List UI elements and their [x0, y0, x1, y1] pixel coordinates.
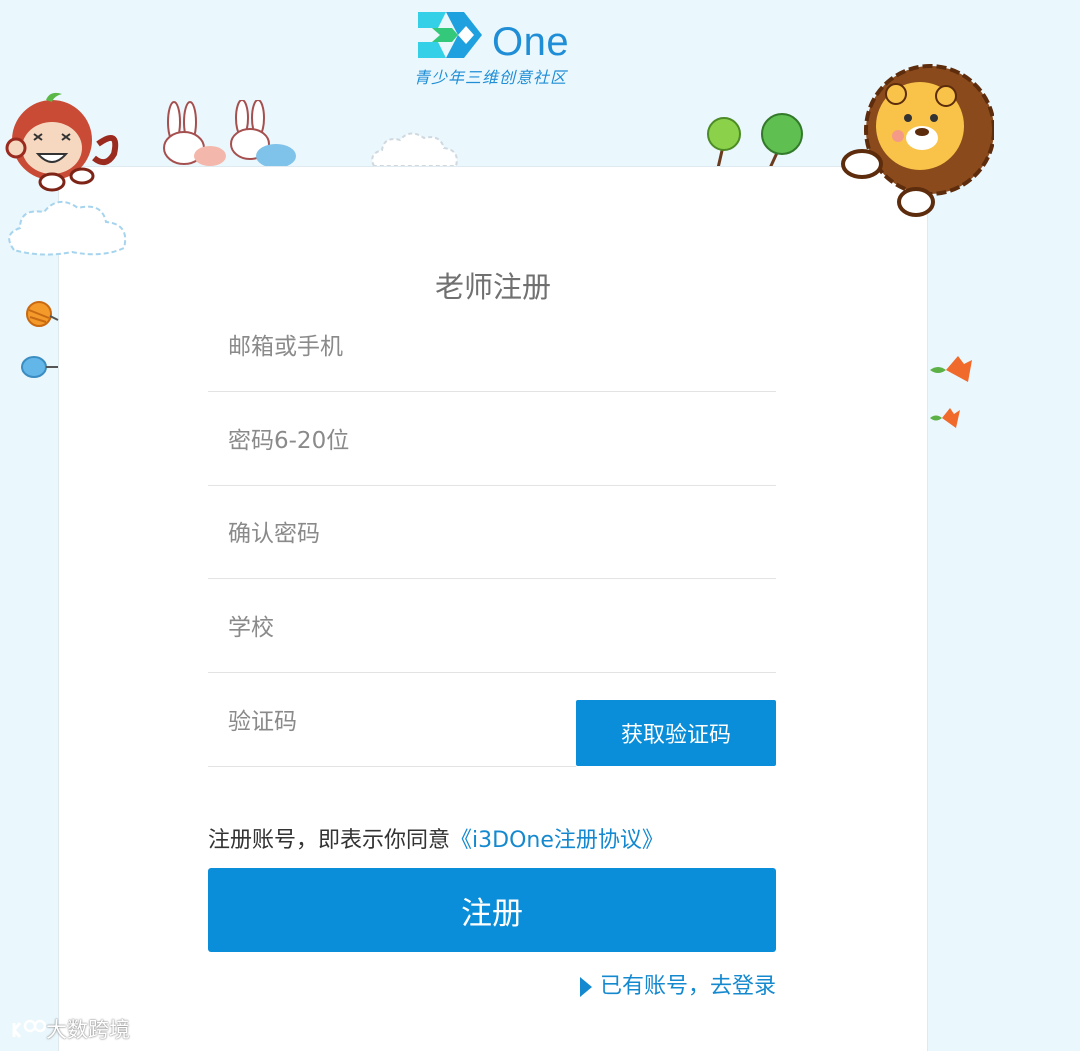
- school-field: [208, 579, 776, 673]
- agreement-text: 注册账号，即表示你同意《i3DOne注册协议》: [208, 822, 664, 854]
- email-or-phone-input[interactable]: [226, 326, 750, 368]
- get-code-button[interactable]: 获取验证码: [576, 700, 776, 766]
- 3d-logo-icon: [418, 12, 482, 58]
- agreement-link[interactable]: 《i3DOne注册协议》: [450, 828, 664, 853]
- watermark-logo-icon: [12, 1019, 47, 1038]
- confirm-password-field: [208, 485, 776, 579]
- watermark-text: 大数跨境: [46, 1018, 130, 1042]
- verification-code-input[interactable]: [226, 701, 560, 743]
- rabbits-icon: [163, 100, 296, 168]
- logo-wordmark: One: [492, 20, 570, 64]
- school-input[interactable]: [226, 607, 750, 649]
- blue-ball-icon: [21, 356, 58, 378]
- lion-icon: [841, 64, 994, 217]
- cloud-icon: [371, 132, 458, 167]
- verification-code-field: [208, 673, 576, 767]
- lollipop-trees-icon: [707, 113, 803, 169]
- monkey-icon: [5, 92, 119, 192]
- confirm-password-input[interactable]: [226, 513, 750, 555]
- register-page: One 青少年三维创意社区 老师注册 邮箱或手机 学校 验证码 获取验证码 注册…: [0, 0, 1080, 1051]
- register-button[interactable]: 注册: [208, 868, 776, 952]
- account-field: [208, 298, 776, 392]
- logo: One 青少年三维创意社区: [414, 8, 584, 87]
- cloud-icon: [8, 201, 127, 256]
- flower-icon: [930, 356, 972, 382]
- password-input[interactable]: [226, 420, 750, 462]
- agreement-prefix: 注册账号，即表示你同意: [208, 828, 451, 853]
- password-field: [208, 392, 776, 486]
- flower-icon: [930, 408, 960, 428]
- login-link[interactable]: 已有账号，去登录: [579, 968, 776, 1000]
- logo-subtitle: 青少年三维创意社区: [414, 68, 568, 87]
- watermark: 大数跨境: [10, 1014, 130, 1044]
- login-link-label: 已有账号，去登录: [599, 974, 776, 999]
- play-arrow-icon: [579, 977, 592, 997]
